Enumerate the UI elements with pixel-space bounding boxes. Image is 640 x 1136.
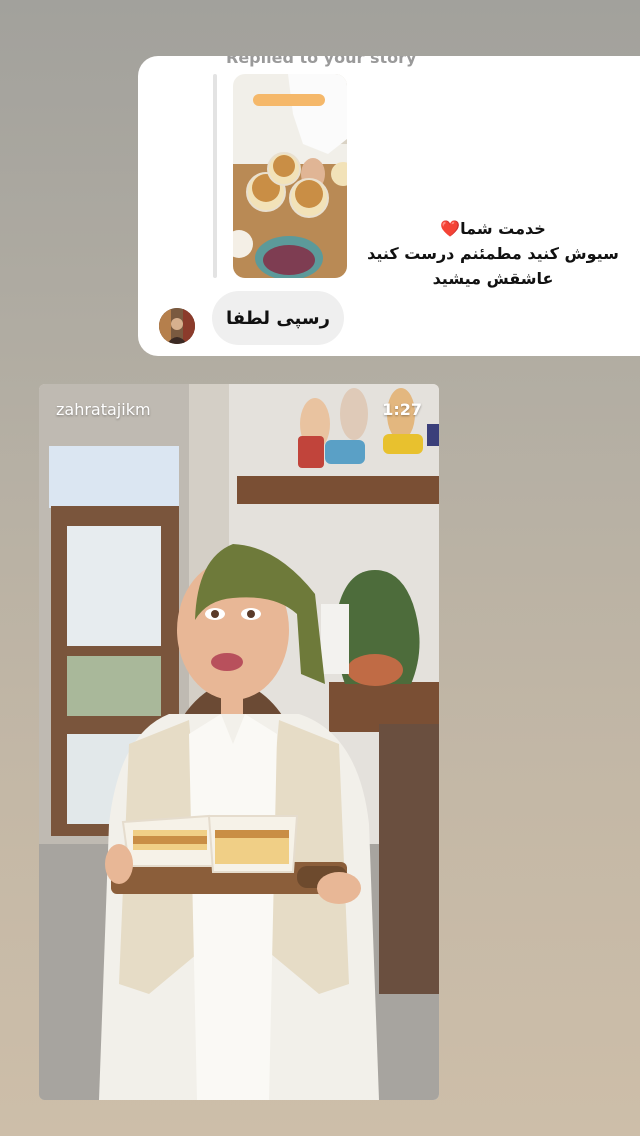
replied-to-story-label: Replied to your story [226, 56, 417, 67]
video-frame-image [39, 384, 439, 1100]
video-username[interactable]: zahratajikm [56, 400, 151, 419]
reply-indicator-bar [213, 74, 217, 278]
video-duration: 1:27 [382, 400, 422, 419]
reply-line-3: عاشقش میشید [432, 269, 554, 288]
reply-line-2: سیوش کنید مطمئنم درست کنید [367, 244, 619, 263]
shared-video-post[interactable]: zahratajikm 1:27 [39, 384, 439, 1100]
story-thumbnail[interactable] [233, 74, 347, 278]
reply-line-1: خدمت شما❤️ [358, 216, 628, 241]
story-reply-card: Replied to your story خدمت شما❤️ سیوش کن… [138, 56, 640, 356]
avatar[interactable] [159, 308, 195, 344]
story-reply-text: خدمت شما❤️ سیوش کنید مطمئنم درست کنید عا… [358, 216, 628, 291]
avatar-image [159, 308, 195, 344]
story-emoji-sticker [253, 94, 325, 106]
heart-icon: ❤️ [440, 219, 461, 238]
message-bubble[interactable]: رسپی لطفا [212, 291, 344, 345]
